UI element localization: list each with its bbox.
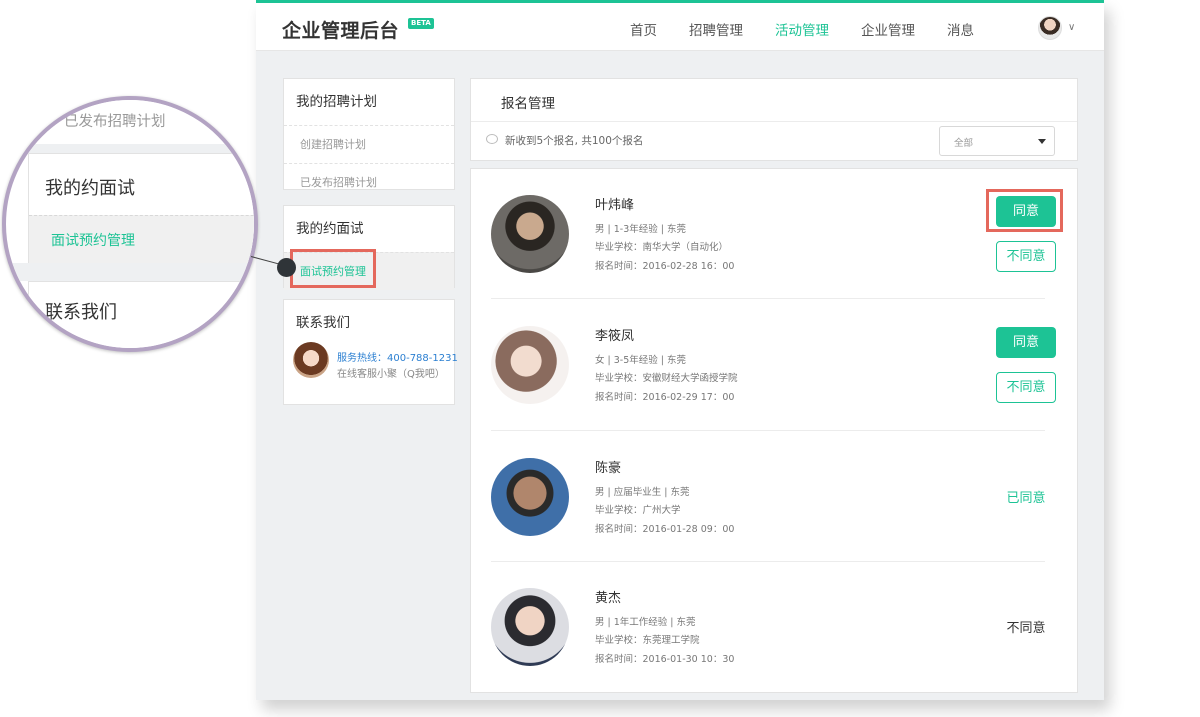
candidate-photo: [491, 458, 569, 536]
main-nav: 首页 招聘管理 活动管理 企业管理 消息: [630, 19, 1006, 39]
registration-notice: 新收到5个报名, 共100个报名: [505, 135, 644, 147]
candidate-school: 毕业学校：广州大学: [595, 505, 681, 516]
candidate-photo: [491, 195, 569, 273]
candidate-info: 男 | 1年工作经验 | 东莞: [595, 617, 696, 628]
magnifier-callout: 已发布招聘计划 我的约面试 面试预约管理 联系我们: [2, 96, 258, 352]
highlight-box-sidebar: [290, 249, 376, 288]
nav-company[interactable]: 企业管理: [861, 19, 915, 39]
row-divider: [491, 430, 1045, 431]
candidate-time: 报名时间：2016-01-30 10：30: [595, 654, 735, 665]
magnifier-interview-item: 面试预约管理: [29, 215, 254, 263]
nav-messages[interactable]: 消息: [947, 19, 974, 39]
highlight-box-agree: [986, 189, 1063, 232]
nav-recruit[interactable]: 招聘管理: [689, 19, 743, 39]
sidebar-item-published-plan[interactable]: 已发布招聘计划: [284, 163, 454, 201]
candidate-row: 陈豪 男 | 应届毕业生 | 东莞 毕业学校：广州大学 报名时间：2016-01…: [491, 432, 1046, 562]
filter-select[interactable]: 全部: [939, 126, 1055, 156]
candidate-name: 黄杰: [595, 591, 622, 606]
filter-value: 全部: [954, 138, 974, 149]
candidate-time: 报名时间：2016-02-29 17：00: [595, 392, 735, 403]
magnifier-interview-card: 我的约面试 面试预约管理: [28, 153, 254, 263]
magnifier-gap: [6, 144, 254, 153]
sidebar-contact: 联系我们 服务热线：400-788-1231 在线客服小聚（Q我吧）: [283, 299, 458, 405]
nav-home[interactable]: 首页: [630, 19, 657, 39]
service-hotline[interactable]: 服务热线：400-788-1231: [337, 349, 458, 364]
candidate-school: 毕业学校：南华大学（自动化）: [595, 242, 729, 253]
registration-header: 报名管理 新收到5个报名, 共100个报名 全部: [470, 78, 1078, 161]
magnifier-gap: [6, 263, 254, 281]
app-window: 企业管理后台 BETA 首页 招聘管理 活动管理 企业管理 消息 ∨ 我的招聘计…: [256, 0, 1104, 700]
candidate-info: 女 | 3-5年经验 | 东莞: [595, 355, 686, 366]
candidate-list: 叶炜峰 男 | 1-3年经验 | 东莞 毕业学校：南华大学（自动化） 报名时间：…: [470, 168, 1078, 693]
chat-bubble-icon: [486, 134, 498, 144]
candidate-info: 男 | 应届毕业生 | 东莞: [595, 487, 690, 498]
candidate-row: 李筱凤 女 | 3-5年经验 | 东莞 毕业学校：安徽财经大学函授学院 报名时间…: [491, 300, 1056, 431]
caret-down-icon: [1038, 139, 1046, 144]
magnifier-interview-item-label: 面试预约管理: [51, 233, 135, 249]
support-avatar: [293, 342, 329, 378]
disagree-button[interactable]: 不同意: [996, 372, 1056, 403]
page-title: 报名管理: [501, 96, 555, 112]
beta-badge: BETA: [408, 18, 434, 29]
candidate-time: 报名时间：2016-02-28 16：00: [595, 261, 735, 272]
agree-button[interactable]: 同意: [996, 327, 1056, 358]
candidate-row: 黄杰 男 | 1年工作经验 | 东莞 毕业学校：东莞理工学院 报名时间：2016…: [491, 562, 1046, 692]
candidate-row: 叶炜峰 男 | 1-3年经验 | 东莞 毕业学校：南华大学（自动化） 报名时间：…: [491, 169, 1056, 299]
top-navbar: 企业管理后台 BETA 首页 招聘管理 活动管理 企业管理 消息 ∨: [256, 0, 1104, 51]
sidebar-recruit-plan: 我的招聘计划 创建招聘计划 已发布招聘计划: [283, 78, 455, 190]
candidate-school: 毕业学校：东莞理工学院: [595, 635, 700, 646]
magnifier-contact-title: 联系我们: [45, 302, 117, 323]
magnifier-interview-title: 我的约面试: [45, 178, 135, 199]
candidate-name: 李筱凤: [595, 329, 635, 344]
brand-title: 企业管理后台: [282, 20, 400, 42]
row-divider: [491, 298, 1045, 299]
sidebar-item-create-plan[interactable]: 创建招聘计划: [284, 125, 454, 163]
sidebar-title-contact: 联系我们: [296, 315, 350, 331]
header-divider: [471, 121, 1077, 122]
candidate-school: 毕业学校：安徽财经大学函授学院: [595, 373, 738, 384]
candidate-name: 陈豪: [595, 461, 622, 476]
candidate-name: 叶炜峰: [595, 198, 635, 213]
magnifier-published-plan: 已发布招聘计划: [64, 114, 166, 130]
magnifier-top-section: 已发布招聘计划: [6, 100, 254, 144]
disagree-button[interactable]: 不同意: [996, 241, 1056, 272]
nav-activity[interactable]: 活动管理: [775, 19, 829, 39]
magnifier-connector-dot: [277, 258, 296, 277]
candidate-info: 男 | 1-3年经验 | 东莞: [595, 224, 686, 235]
online-service[interactable]: 在线客服小聚（Q我吧）: [337, 365, 445, 380]
user-avatar[interactable]: [1038, 16, 1062, 40]
sidebar-title-interview: 我的约面试: [296, 221, 364, 237]
candidate-photo: [491, 326, 569, 404]
candidate-photo: [491, 588, 569, 666]
magnifier-contact-card: 联系我们: [28, 281, 254, 348]
status-agreed: 已同意: [1006, 491, 1046, 506]
sidebar-title-recruit: 我的招聘计划: [296, 94, 377, 110]
chevron-down-icon[interactable]: ∨: [1068, 22, 1075, 33]
candidate-time: 报名时间：2016-01-28 09：00: [595, 524, 735, 535]
status-rejected: 不同意: [1006, 621, 1046, 636]
magnifier-content: 已发布招聘计划 我的约面试 面试预约管理 联系我们: [6, 100, 254, 348]
